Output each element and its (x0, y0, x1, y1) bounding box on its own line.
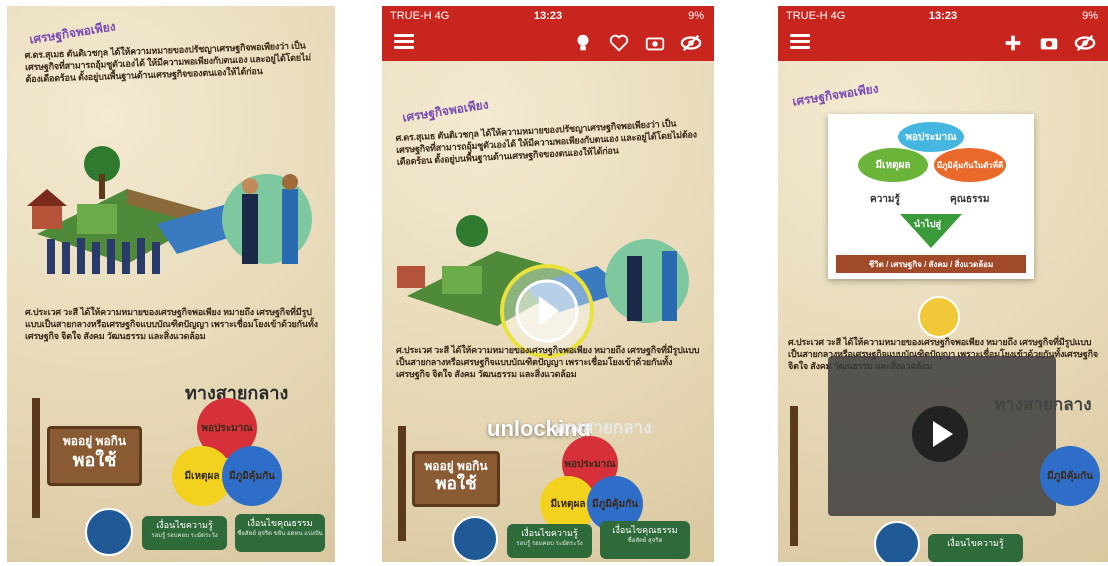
menu-icon[interactable] (790, 34, 810, 50)
knowledge-button-label: เงื่อนไขความรู้ (521, 528, 578, 538)
knowledge-button-sub: รอบรู้ รอบคอบ ระมัดระวัง (516, 541, 583, 547)
add-icon[interactable] (1000, 30, 1026, 56)
book-page-photo: เศรษฐกิจพอเพียง ศ.ดร.สุเมธ ตันติเวชกุล ไ… (7, 6, 335, 562)
heart-icon[interactable] (606, 30, 632, 56)
knowledge-button-label: เงื่อนไขความรู้ (156, 520, 213, 530)
camera-switch-icon[interactable] (642, 30, 668, 56)
circle-immunity: มีภูมิคุ้มกัน (1040, 446, 1100, 506)
knowledge-button[interactable]: เงื่อนไขความรู้ (928, 534, 1023, 562)
eye-icon[interactable] (1072, 30, 1098, 56)
circle-immunity: มีภูมิคุ้มกัน (222, 446, 282, 506)
sufficiency-sign: พออยู่ พอกิน พอใช้ (47, 426, 142, 486)
ar-content-screen: TRUE-H 4G 13:23 9% เศรษฐกิจพอเพียง พอประ… (778, 6, 1108, 562)
morality-button-label: เงื่อนไขคุณธรรม (247, 518, 313, 528)
status-time: 13:23 (533, 10, 563, 22)
morality-button[interactable]: เงื่อนไขคุณธรรม ซื่อสัตย์ สุจริต ขยัน อด… (235, 514, 325, 552)
middle-path-title: ทางสายกลาง (554, 418, 652, 437)
toolbar (778, 28, 1108, 58)
knowledge-button[interactable]: เงื่อนไขความรู้ รอบรู้ รอบคอบ ระมัดระวัง (507, 524, 592, 558)
knowledge-button[interactable]: เงื่อนไขความรู้ รอบรู้ รอบคอบ ระมัดระวัง (142, 516, 227, 550)
university-logo (874, 521, 920, 562)
university-logo (85, 508, 133, 556)
morality-button[interactable]: เงื่อนไขคุณธรรม ซื่อสัตย์ สุจริต (600, 521, 690, 559)
card-arrow-label: นำไปสู่ (914, 219, 941, 229)
status-bar: TRUE-H 4G 13:23 9% (382, 10, 714, 24)
card-immunity: มีภูมิคุ้มกันในตัวที่ดี (934, 148, 1006, 182)
play-icon (933, 421, 953, 447)
farm-illustration (27, 146, 312, 274)
ar-info-card[interactable]: พอประมาณ มีเหตุผล มีภูมิคุ้มกันในตัวที่ด… (828, 114, 1034, 279)
eye-icon[interactable] (678, 30, 704, 56)
card-reasonableness: มีเหตุผล (858, 148, 928, 182)
sign-line-1: พออยู่ พอกิน (62, 434, 127, 448)
middle-path-title: ทางสายกลาง (994, 395, 1092, 414)
toolbar (382, 28, 714, 58)
app-bar: TRUE-H 4G 13:23 9% (778, 6, 1108, 61)
card-moderation: พอประมาณ (898, 122, 964, 152)
sufficiency-sign: พออยู่ พอกิน พอใช้ (412, 451, 500, 507)
status-bar: TRUE-H 4G 13:23 9% (778, 10, 1108, 24)
play-button[interactable] (912, 406, 968, 462)
morality-button-sub: ซื่อสัตย์ สุจริต (627, 538, 663, 544)
sign-line-2: พอใช้ (72, 450, 117, 470)
sign-line-1: พออยู่ พอกิน (424, 459, 488, 473)
sign-line-2: พอใช้ (435, 474, 477, 493)
sign-post (398, 426, 406, 541)
app-bar: TRUE-H 4G 13:23 9% (382, 6, 714, 61)
card-outcome-bar: ชีวิต / เศรษฐกิจ / สังคม / สิ่งแวดล้อม (836, 255, 1026, 273)
battery-label: 9% (1082, 10, 1098, 22)
university-logo (452, 516, 498, 562)
morality-button-label: เงื่อนไขคุณธรรม (612, 525, 678, 535)
paragraph-2: ศ.ประเวศ วะสี ได้ให้ความหมายของเศรษฐกิจพ… (396, 345, 700, 379)
sign-post (790, 406, 798, 546)
video-player[interactable] (828, 356, 1056, 516)
menu-icon[interactable] (394, 34, 414, 50)
knowledge-button-label: เงื่อนไขความรู้ (947, 538, 1004, 548)
lightbulb-icon[interactable] (570, 30, 596, 56)
card-morality: คุณธรรม (950, 194, 990, 205)
ar-scan-screen: TRUE-H 4G 13:23 9% เศรษฐกิจพอเพียง ศ.ดร.… (382, 6, 714, 562)
camera-icon[interactable] (1036, 30, 1062, 56)
sign-post (32, 398, 40, 518)
knowledge-button-sub: รอบรู้ รอบคอบ ระมัดระวัง (151, 533, 218, 539)
card-knowledge: ความรู้ (870, 194, 900, 205)
avatar[interactable] (918, 296, 960, 338)
battery-label: 9% (688, 10, 704, 22)
paragraph-2: ศ.ประเวศ วะสี ได้ให้ความหมายของเศรษฐกิจพ… (25, 307, 318, 341)
status-time: 13:23 (928, 10, 958, 22)
morality-button-sub: ซื่อสัตย์ สุจริต ขยัน อดทน แบ่งปัน (237, 531, 323, 537)
